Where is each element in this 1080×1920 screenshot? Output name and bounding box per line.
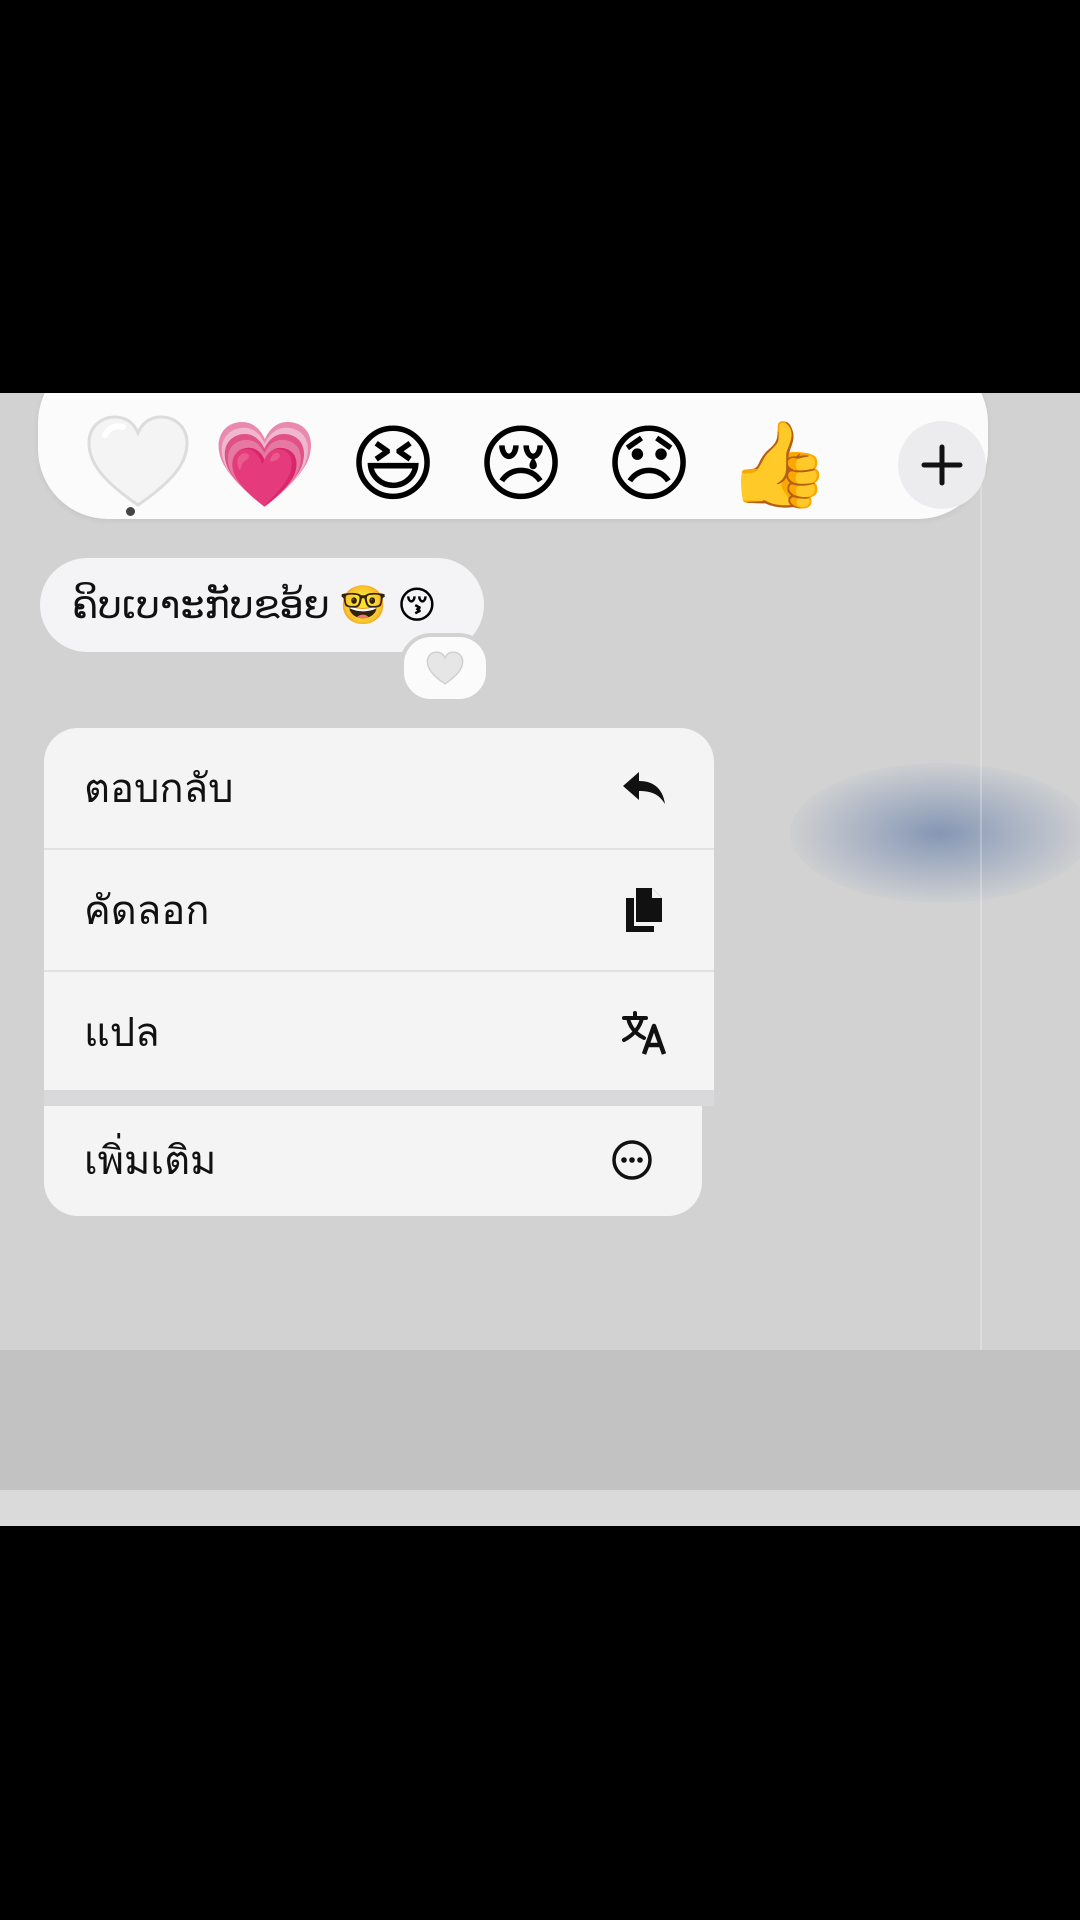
kissing-face-emoji: 😚 [397, 583, 437, 627]
context-menu: ตอบกลับ คัดลอก แปล เพิ่มเติม [44, 728, 714, 1216]
nerd-face-emoji: 🤓 [339, 582, 388, 627]
blurred-input-area [0, 1350, 1080, 1490]
white-heart-icon [87, 415, 189, 507]
white-heart-icon [426, 651, 464, 685]
menu-item-more[interactable]: เพิ่มเติม [44, 1100, 702, 1220]
selected-reaction-indicator [126, 507, 135, 516]
translate-label: แปล [84, 1010, 160, 1056]
reply-arrow-icon [620, 764, 668, 812]
reaction-thumbs-up[interactable]: 👍 [724, 409, 834, 519]
copy-icon [620, 886, 668, 934]
message-reaction-badge[interactable] [400, 633, 490, 703]
blurred-background [790, 763, 1080, 903]
copy-label: คัดลอก [84, 888, 210, 934]
menu-item-reply[interactable]: ตอบกลับ [44, 728, 714, 848]
bottom-strip [0, 1490, 1080, 1526]
more-label: เพิ่มเติม [84, 1138, 217, 1184]
reaction-crying-face[interactable]: 😢 [466, 409, 576, 519]
menu-item-copy[interactable]: คัดลอก [44, 850, 714, 970]
more-ellipsis-circle-icon [608, 1136, 656, 1184]
reaction-white-heart[interactable] [83, 409, 193, 519]
reaction-growing-heart[interactable]: 💗 [210, 409, 320, 519]
menu-item-translate[interactable]: แปล [44, 972, 714, 1092]
menu-group-more: เพิ่มเติม [44, 1106, 702, 1216]
message-text: ຄິບເບາະກັບຂອ້ຍ [72, 583, 330, 627]
chat-screen: 💗 😆 😢 😞 👍 ຄິບເບາະກັບຂອ້ຍ 🤓 😚 ตอบกลับ คัด… [0, 393, 1080, 1526]
reply-label: ตอบกลับ [84, 766, 234, 812]
plus-icon [921, 444, 963, 486]
add-reaction-button[interactable] [898, 421, 986, 509]
translate-icon [620, 1008, 668, 1056]
reaction-laughing-face[interactable]: 😆 [338, 409, 448, 519]
reaction-bar: 💗 😆 😢 😞 👍 [38, 393, 988, 519]
menu-group-main: ตอบกลับ คัดลอก แปล [44, 728, 714, 1090]
reaction-disappointed-face[interactable]: 😞 [594, 409, 704, 519]
